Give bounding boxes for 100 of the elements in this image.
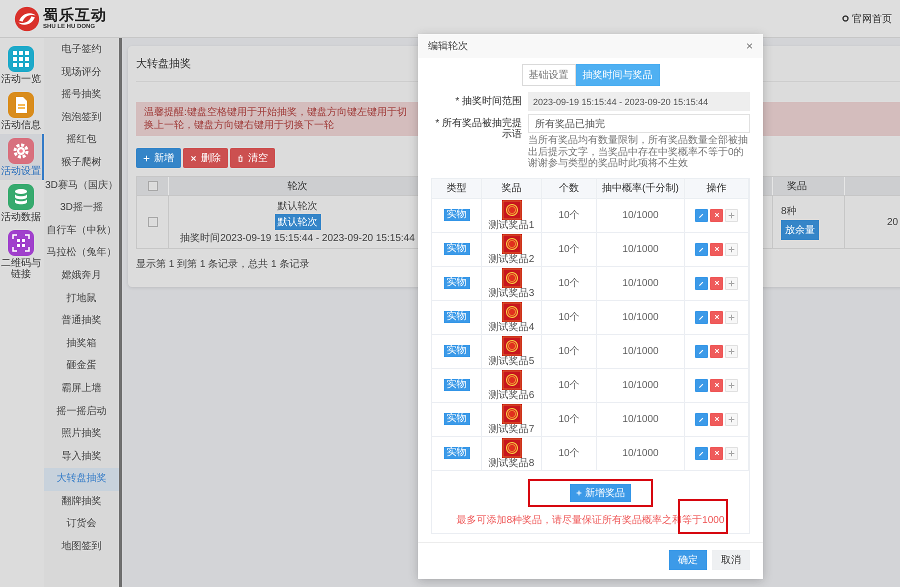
submenu-item[interactable]: 摇红包 <box>44 129 119 152</box>
pencil-icon <box>698 212 705 218</box>
move-button[interactable] <box>725 242 738 256</box>
prize-name: 测试奖品7 <box>488 424 534 434</box>
delete-button[interactable] <box>710 242 723 256</box>
table-cell: 10个 <box>542 436 597 470</box>
move-icon <box>728 348 735 354</box>
prize-image <box>502 302 522 322</box>
alert-text: 温馨提醒:键盘空格键用于开始抽奖，键盘方向键左键用于切换上一轮，键盘方向键右键用于切换下一轮 <box>144 106 408 132</box>
submenu-item[interactable]: 嫦娥奔月 <box>44 264 119 288</box>
type-badge: 实物 <box>444 447 470 459</box>
sidebar-label: 活动信息 <box>0 120 42 131</box>
delete-button[interactable] <box>710 412 723 426</box>
help-text: 当所有奖品均有数量限制，所有奖品数量全部被抽出后提示文字，当奖品中存在中奖概率不等于0的谢谢参与类型的奖品时此项将不生效 <box>528 135 749 170</box>
type-badge: 实物 <box>444 277 470 289</box>
edit-button[interactable] <box>695 412 708 426</box>
home-link[interactable]: 官网首页 <box>842 12 892 26</box>
move-icon <box>728 450 735 456</box>
pencil-icon <box>698 280 705 286</box>
add-button[interactable]: 新增 <box>136 148 181 168</box>
submenu-item[interactable]: 摇号抽奖 <box>44 84 119 107</box>
table-cell: 10个 <box>542 368 597 402</box>
swirl-logo-icon <box>14 6 40 32</box>
close-icon <box>714 280 720 286</box>
submenu-item[interactable]: 自行车（中秋） <box>44 220 119 242</box>
delete-button[interactable] <box>710 446 723 460</box>
submenu-item[interactable]: 订货会 <box>44 513 119 536</box>
close-icon <box>714 212 720 218</box>
edit-button[interactable] <box>695 242 708 256</box>
sidebar-item[interactable]: 活动一览 <box>0 42 44 88</box>
sidebar-item[interactable]: 二维码与链接 <box>0 226 44 283</box>
edit-button[interactable] <box>695 276 708 290</box>
sidebar-item[interactable]: 活动设置 <box>0 134 44 180</box>
submenu-item[interactable]: 电子签约 <box>44 39 119 62</box>
submenu-item[interactable]: 抽奖箱 <box>44 332 119 356</box>
cancel-button[interactable]: 取消 <box>712 550 750 570</box>
move-button[interactable] <box>725 378 738 392</box>
edit-button[interactable] <box>695 446 708 460</box>
pencil-icon <box>698 314 705 320</box>
submenu-item[interactable]: 照片抽奖 <box>44 423 119 446</box>
plus-icon <box>576 490 582 496</box>
table-cell: 10/1000 <box>597 334 685 368</box>
delete-button[interactable] <box>710 378 723 392</box>
submenu-item[interactable]: 猴子爬树 <box>44 152 119 175</box>
submenu-item[interactable]: 摇一摇启动 <box>44 400 119 424</box>
delete-button[interactable]: 删除 <box>183 148 228 168</box>
sidebar-item[interactable]: 活动数据 <box>0 180 44 226</box>
sidebar-label: 活动数据 <box>0 212 42 223</box>
column-header: 个数 <box>542 178 597 198</box>
round-name: 默认轮次 <box>278 200 318 213</box>
move-button[interactable] <box>725 276 738 290</box>
tab[interactable]: 基础设置 <box>522 64 576 86</box>
table-cell: 10/1000 <box>597 368 685 402</box>
move-icon <box>728 382 735 388</box>
move-button[interactable] <box>725 208 738 222</box>
prize-name: 测试奖品3 <box>488 288 534 298</box>
checkbox[interactable] <box>148 181 158 191</box>
submenu-item[interactable]: 地图签到 <box>44 536 119 559</box>
close-icon <box>714 314 720 320</box>
delete-button[interactable] <box>710 310 723 324</box>
submenu-item[interactable]: 马拉松（兔年） <box>44 242 119 265</box>
submenu-item[interactable]: 霸屏上墙 <box>44 378 119 400</box>
edit-button[interactable] <box>695 208 708 222</box>
table-cell: 20 <box>845 195 900 248</box>
edit-button[interactable] <box>695 344 708 358</box>
edit-button[interactable] <box>695 310 708 324</box>
checkbox[interactable] <box>148 217 158 227</box>
move-button[interactable] <box>725 412 738 426</box>
move-button[interactable] <box>725 310 738 324</box>
trash-icon <box>237 154 244 162</box>
move-icon <box>728 212 735 218</box>
submenu-item[interactable]: 翻牌抽奖 <box>44 490 119 514</box>
submenu-item[interactable]: 普通抽奖 <box>44 310 119 333</box>
table-cell: 10个 <box>542 198 597 232</box>
move-button[interactable] <box>725 446 738 460</box>
clear-button[interactable]: 清空 <box>230 148 275 168</box>
submenu-item[interactable]: 砸金蛋 <box>44 355 119 378</box>
submenu-item[interactable]: 3D赛马（国庆） <box>44 174 119 198</box>
submenu-item[interactable]: 打地鼠 <box>44 288 119 310</box>
stock-button[interactable]: 放余量 <box>781 220 819 240</box>
field-label: * 所有奖品被抽完提示语 <box>434 116 523 140</box>
delete-button[interactable] <box>710 276 723 290</box>
close-icon <box>714 416 720 422</box>
sidebar-label: 二维码与链接 <box>0 258 42 280</box>
sidebar-item[interactable]: 活动信息 <box>0 88 44 134</box>
delete-button[interactable] <box>710 208 723 222</box>
submenu-item[interactable]: 现场评分 <box>44 62 119 84</box>
field-label: * 抽奖时间范围 <box>454 94 523 107</box>
type-badge: 实物 <box>444 311 470 323</box>
column-header: 操作 <box>685 178 749 198</box>
submenu-item[interactable]: 导入抽奖 <box>44 446 119 468</box>
delete-button[interactable] <box>710 344 723 358</box>
edit-button[interactable] <box>695 378 708 392</box>
submenu-item[interactable]: 3D摇一摇 <box>44 197 119 220</box>
move-icon <box>728 314 735 320</box>
close-button[interactable]: × <box>744 40 755 52</box>
move-button[interactable] <box>725 344 738 358</box>
column-header: 抽中概率(千分制) <box>597 178 685 198</box>
submenu-item[interactable]: 泡泡签到 <box>44 106 119 130</box>
input-field[interactable]: 所有奖品已抽完 <box>528 114 750 133</box>
